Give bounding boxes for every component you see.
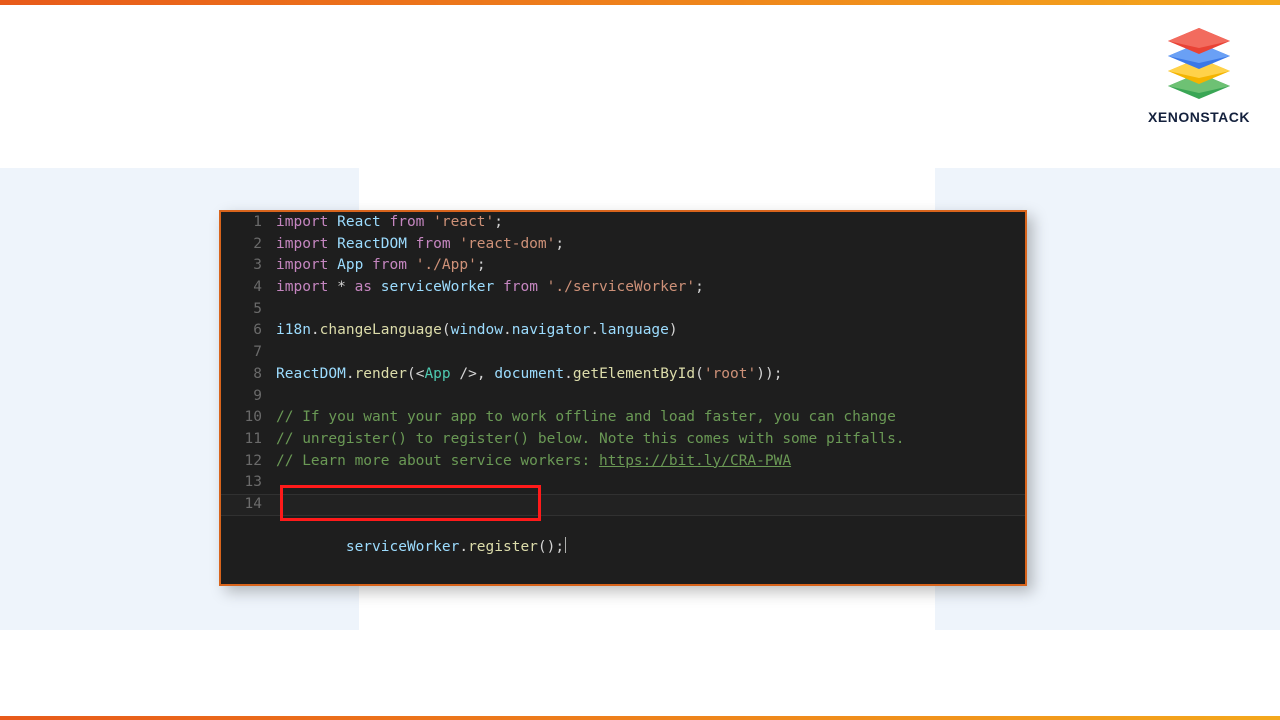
code-line-9 — [276, 386, 1025, 408]
code-source: import React from 'react'; import ReactD… — [276, 212, 1025, 584]
code-line-3: import App from './App'; — [276, 255, 1025, 277]
brand-bottom-bar — [0, 716, 1280, 720]
code-line-6: i18n.changeLanguage(window.navigator.lan… — [276, 320, 1025, 342]
code-line-4: import * as serviceWorker from './servic… — [276, 277, 1025, 299]
code-line-13 — [276, 472, 1025, 494]
code-line-11: // unregister() to register() below. Not… — [276, 429, 1025, 451]
service-worker-doc-link[interactable]: https://bit.ly/CRA-PWA — [599, 453, 791, 469]
code-editor: 1 2 3 4 5 6 7 8 9 10 11 12 13 14 import … — [219, 210, 1027, 586]
code-line-14: serviceWorker.register(); — [276, 494, 1025, 516]
code-line-7 — [276, 342, 1025, 364]
code-line-8: ReactDOM.render(<App />, document.getEle… — [276, 364, 1025, 386]
code-line-10: // If you want your app to work offline … — [276, 407, 1025, 429]
code-line-12: // Learn more about service workers: htt… — [276, 451, 1025, 473]
stack-icon — [1164, 28, 1234, 103]
code-line-2: import ReactDOM from 'react-dom'; — [276, 234, 1025, 256]
brand-logo: XENONSTACK — [1148, 28, 1250, 125]
code-line-1: import React from 'react'; — [276, 212, 1025, 234]
text-cursor — [565, 537, 566, 553]
brand-name: XENONSTACK — [1148, 109, 1250, 125]
line-number-gutter: 1 2 3 4 5 6 7 8 9 10 11 12 13 14 — [221, 212, 276, 584]
code-line-5 — [276, 299, 1025, 321]
brand-top-bar — [0, 0, 1280, 5]
